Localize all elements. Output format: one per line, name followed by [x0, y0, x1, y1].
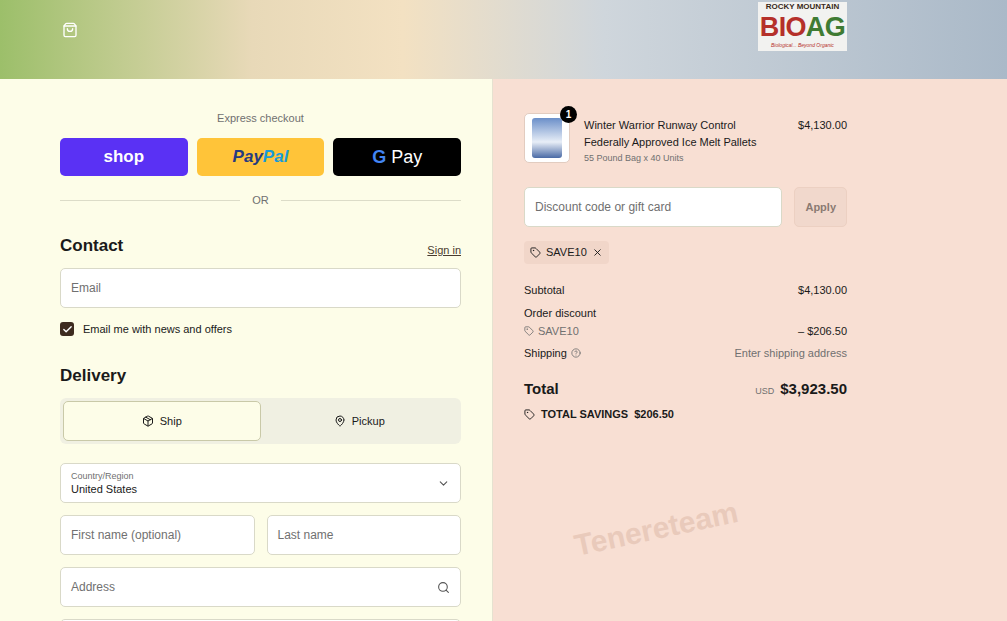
sign-in-link[interactable]: Sign in — [427, 242, 461, 259]
watermark: Tenereteam — [570, 489, 742, 568]
paypal-button[interactable]: PayPal — [197, 138, 325, 176]
help-icon[interactable] — [571, 348, 581, 358]
remove-icon[interactable] — [592, 247, 603, 258]
address-input[interactable]: Address — [60, 567, 461, 607]
product-image: 1 — [524, 113, 570, 163]
pin-icon — [334, 415, 346, 427]
gpay-button[interactable]: G Pay — [333, 138, 461, 176]
discount-row: Discount code or gift card Apply — [524, 187, 847, 227]
total-row: TotalUSD$3,923.50 — [524, 378, 847, 401]
product-variant: 55 Pound Bag x 40 Units — [584, 151, 784, 165]
shop-button[interactable]: shop — [60, 138, 188, 176]
or-divider: OR — [60, 192, 461, 209]
subtotal-row: Subtotal$4,130.00 — [524, 282, 847, 298]
applied-discount-tag: SAVE10 — [524, 241, 609, 264]
package-icon — [142, 415, 154, 427]
delivery-toggle: ShipPickup — [60, 398, 461, 444]
cart-item: 1 Winter Warrior Runway ControlFederally … — [524, 113, 847, 165]
order-discount-label: Order discount — [524, 305, 847, 321]
tag-icon — [530, 247, 541, 258]
cart-icon[interactable] — [62, 22, 78, 38]
name-row: First name (optional) Last name — [60, 515, 461, 555]
order-summary: 1 Winter Warrior Runway ControlFederally … — [493, 79, 1007, 621]
delivery-option[interactable]: Pickup — [261, 401, 459, 441]
next-input[interactable] — [60, 619, 461, 621]
checkout-form: Express checkout shopPayPalG Pay OR Contact… — [0, 79, 493, 621]
chevron-icon — [437, 477, 450, 490]
contact-header: ContactSign in — [60, 233, 461, 259]
email-input[interactable]: Email — [60, 268, 461, 308]
search-icon — [437, 581, 450, 594]
discount-input[interactable]: Discount code or gift card — [524, 187, 782, 227]
logo[interactable]: ROCKY MOUNTAINBIOAGBiological... Beyond … — [758, 2, 847, 51]
tag-icon — [524, 326, 534, 336]
delivery-title: Delivery — [60, 363, 461, 389]
quantity-badge: 1 — [560, 106, 577, 123]
express-buttons: shopPayPalG Pay — [60, 138, 461, 176]
tag-icon — [524, 409, 535, 420]
express-checkout-label: Express checkout — [60, 111, 461, 125]
checkout-body: Express checkout shopPayPalG Pay OR Contact… — [0, 79, 1007, 621]
checkout-page: ROCKY MOUNTAINBIOAGBiological... Beyond … — [0, 0, 1007, 621]
last-name-input[interactable]: Last name — [267, 515, 462, 555]
shipping-row: ShippingEnter shipping address — [524, 345, 847, 361]
product-price: $4,130.00 — [798, 113, 847, 134]
product-title: Winter Warrior Runway Control — [584, 117, 784, 134]
apply-button[interactable]: Apply — [794, 187, 847, 227]
delivery-option[interactable]: Ship — [63, 401, 261, 441]
total-savings: TOTAL SAVINGS$206.50 — [524, 406, 847, 423]
summary-lines: Subtotal$4,130.00 Order discount SAVE10– $… — [524, 282, 847, 361]
country-select[interactable]: Country/RegionUnited States — [60, 463, 461, 503]
newsletter-checkbox[interactable]: Email me with news and offers — [60, 321, 461, 338]
order-discount-row: SAVE10– $206.50 — [524, 323, 847, 339]
first-name-input[interactable]: First name (optional) — [60, 515, 255, 555]
header-banner: ROCKY MOUNTAINBIOAGBiological... Beyond … — [0, 0, 1007, 79]
product-title: Federally Approved Ice Melt Pallets — [584, 134, 784, 151]
